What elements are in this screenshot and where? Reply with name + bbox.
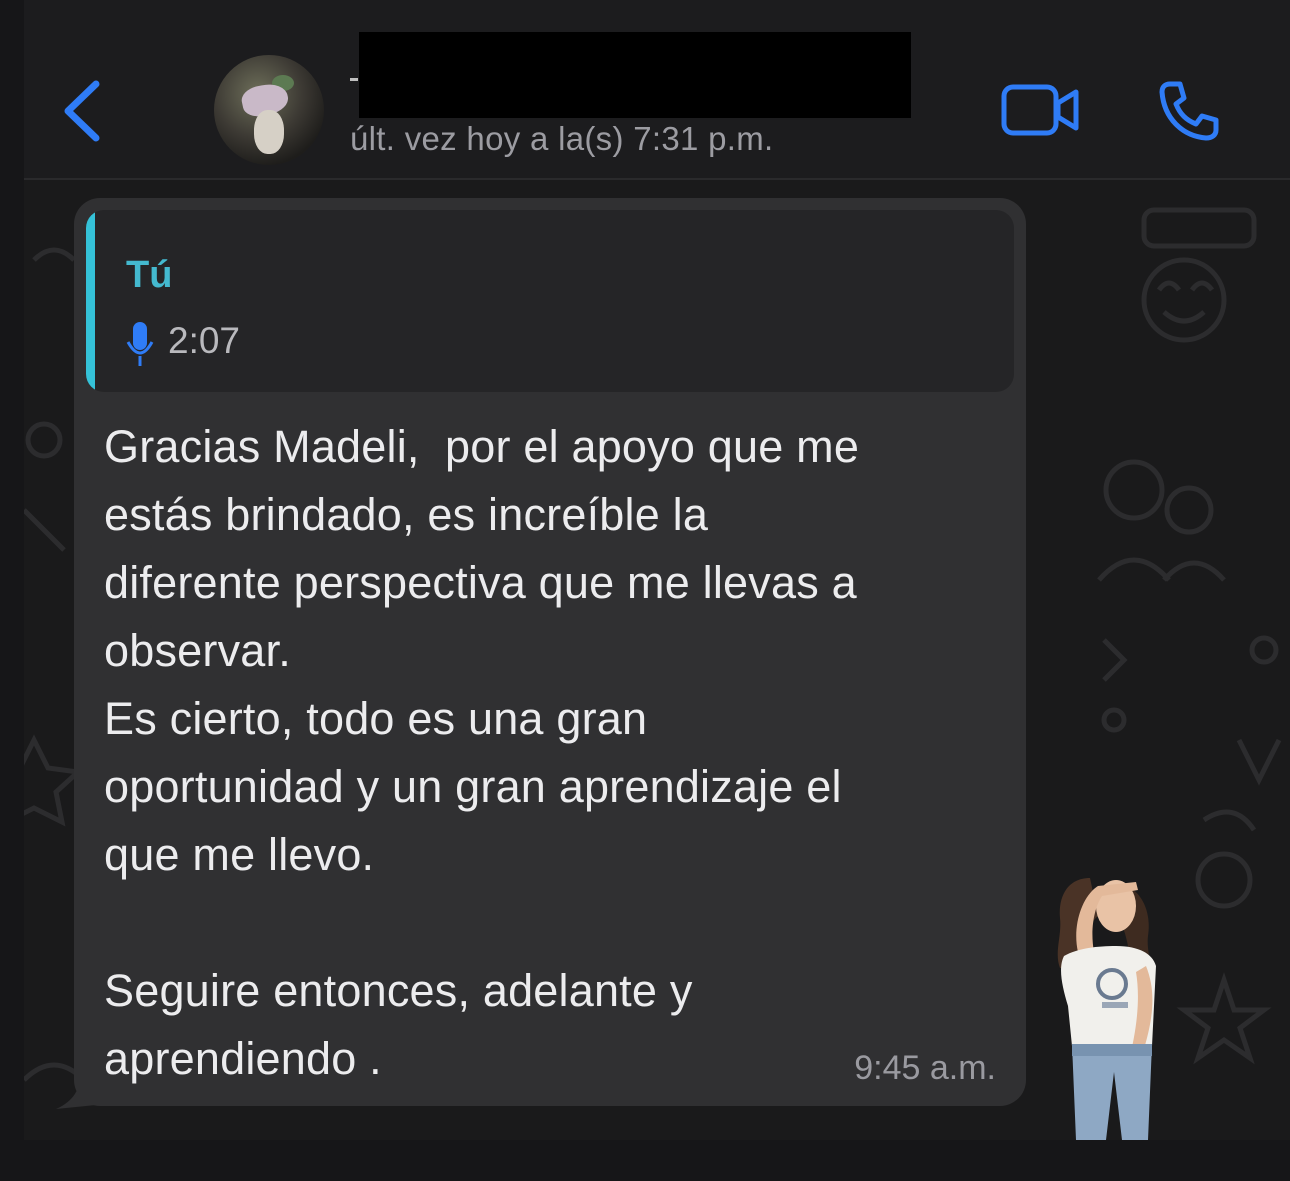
microphone-icon: [126, 322, 154, 366]
message-text: Gracias Madeli, por el apoyo que me está…: [104, 421, 860, 1084]
last-seen-status: últ. vez hoy a la(s) 7:31 p.m.: [350, 120, 774, 157]
message-area[interactable]: Tú 2:07 Gracias Madeli, por el apoyo que…: [24, 180, 1290, 1140]
message-timestamp: 9:45 a.m.: [854, 1049, 996, 1087]
redacted-name: [359, 32, 911, 118]
video-camera-icon: [1001, 84, 1079, 136]
back-button[interactable]: [60, 78, 106, 144]
chat-window: últ. vez hoy a la(s) 7:31 p.m. Tú 2:07 G…: [24, 0, 1290, 1140]
quote-bar: [86, 210, 95, 392]
contact-avatar[interactable]: [214, 55, 324, 165]
woman-looking-sticker[interactable]: [1028, 856, 1168, 1140]
contact-name[interactable]: [350, 78, 358, 81]
message-bubble[interactable]: Tú 2:07 Gracias Madeli, por el apoyo que…: [74, 198, 1026, 1106]
phone-icon: [1159, 81, 1219, 141]
quote-author: Tú: [126, 254, 173, 296]
chevron-left-icon: [64, 80, 100, 142]
quoted-voice-message[interactable]: Tú 2:07: [86, 210, 1014, 392]
quote-duration: 2:07: [168, 320, 241, 361]
chat-header: últ. vez hoy a la(s) 7:31 p.m.: [24, 0, 1290, 180]
voice-call-button[interactable]: [1156, 80, 1220, 142]
video-call-button[interactable]: [1001, 84, 1081, 136]
